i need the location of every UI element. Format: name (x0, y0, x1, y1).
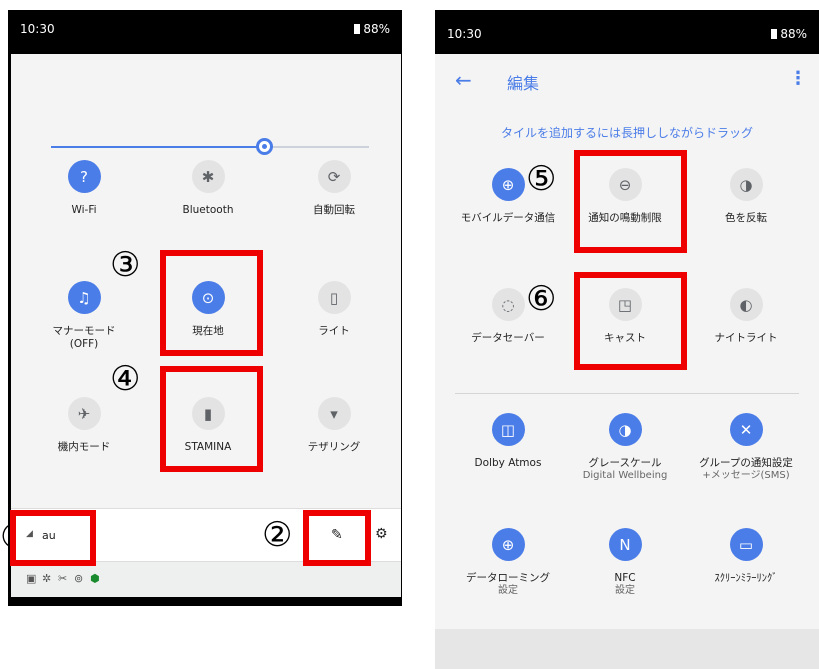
tile-label: マナーモード (52, 325, 116, 337)
grayscale-icon: ◑ (608, 413, 642, 446)
status-bar: 10:30 88% (8, 10, 402, 50)
mute-group-icon: ✕ (729, 413, 763, 446)
tile-label: ｽｸﾘｰﾝﾐﾗｰﾘﾝｸﾞ (714, 572, 778, 584)
flashlight-icon: ▯ (317, 281, 351, 314)
tile-divider (455, 393, 799, 394)
highlight-edit (303, 510, 371, 566)
tile-manner-mode[interactable]: ♫ マナーモード (OFF) (24, 281, 144, 351)
tile-label: Bluetooth (182, 204, 234, 216)
annotation-5: ⑤ (526, 159, 557, 199)
gear-notif-icon: ✲ (42, 572, 52, 585)
tile-nfc[interactable]: N NFC 設定 (565, 528, 685, 597)
tile-bluetooth[interactable]: ✱ Bluetooth (148, 160, 268, 217)
tools-icon: ✂ (58, 572, 68, 585)
tile-label: データローミング (466, 572, 550, 584)
cast-notif-icon: ⊚ (74, 572, 84, 585)
bottom-bar (435, 629, 819, 669)
dolby-icon: ◫ (491, 413, 525, 446)
tile-label: グループの通知設定 (699, 457, 793, 469)
nfc-icon: N (608, 528, 642, 561)
annotation-2: ② (262, 515, 293, 555)
tile-label: Wi-Fi (71, 204, 97, 216)
image-icon: ▣ (26, 572, 37, 585)
battery-indicator: 88% (771, 27, 807, 41)
battery-level: 88% (363, 22, 390, 36)
tile-label: ライト (318, 325, 350, 337)
roaming-icon: ⊕ (491, 528, 525, 561)
bell-icon: ♫ (67, 281, 101, 314)
back-arrow-icon[interactable]: ← (455, 68, 472, 92)
brightness-slider-thumb[interactable] (256, 138, 273, 155)
tile-night-light[interactable]: ◐ ナイトライト (686, 288, 806, 345)
highlight-cast (574, 272, 687, 370)
tile-sublabel: Digital Wellbeing (582, 470, 668, 481)
annotation-6: ⑥ (526, 279, 557, 319)
more-vert-icon[interactable]: ⋮ (789, 68, 807, 89)
tile-wifi[interactable]: ? Wi-Fi (24, 160, 144, 217)
bluetooth-icon: ✱ (191, 160, 225, 193)
tile-screen-mirroring[interactable]: ▭ ｽｸﾘｰﾝﾐﾗｰﾘﾝｸﾞ (686, 528, 806, 585)
tile-invert-colors[interactable]: ◑ 色を反転 (686, 168, 806, 225)
tile-label: 機内モード (57, 441, 111, 453)
tile-group-notification[interactable]: ✕ グループの通知設定 +メッセージ(SMS) (686, 413, 806, 482)
shield-icon: ⬢ (90, 572, 100, 585)
brightness-slider-fill (51, 146, 263, 148)
brightness-slider-track[interactable] (51, 146, 369, 148)
wifi-icon: ? (67, 160, 101, 193)
tile-label: 自動回転 (313, 204, 355, 216)
battery-icon (354, 24, 361, 34)
night-light-icon: ◐ (729, 288, 763, 321)
tile-label: モバイルデータ通信 (460, 212, 556, 224)
drag-hint: タイルを追加するには長押ししながらドラッグ (500, 126, 753, 140)
screen-mirror-icon: ▭ (729, 528, 763, 561)
tile-sublabel: 設定 (498, 585, 518, 596)
battery-level: 88% (780, 27, 807, 41)
tile-tethering[interactable]: ▾ テザリング (274, 397, 394, 454)
tile-data-roaming[interactable]: ⊕ データローミング 設定 (448, 528, 568, 597)
annotation-3: ③ (110, 245, 141, 285)
settings-gear-icon[interactable]: ⚙ (375, 526, 388, 542)
tile-grayscale[interactable]: ◑ グレースケール Digital Wellbeing (565, 413, 685, 482)
airplane-icon: ✈ (67, 397, 101, 430)
invert-colors-icon: ◑ (729, 168, 763, 201)
tile-sublabel: +メッセージ(SMS) (702, 470, 790, 481)
tile-dolby-atmos[interactable]: ◫ Dolby Atmos (448, 413, 568, 470)
auto-rotate-icon: ⟳ (317, 160, 351, 193)
highlight-dnd (574, 150, 687, 253)
annotation-1: ① (0, 520, 8, 554)
page-title: 編集 (507, 74, 540, 93)
highlight-location (160, 250, 263, 356)
tile-label: データセーバー (471, 332, 545, 344)
battery-icon (771, 29, 778, 39)
tile-label: テザリング (307, 441, 361, 453)
notification-icons-row: ▣ ✲ ✂ ⊚ ⬢ (11, 561, 401, 597)
status-bar: 10:30 88% (435, 10, 819, 50)
data-saver-icon: ◌ (491, 288, 525, 321)
tethering-icon: ▾ (317, 397, 351, 430)
highlight-stamina (160, 366, 263, 472)
tile-airplane-mode[interactable]: ✈ 機内モード (24, 397, 144, 454)
tile-label: NFC (614, 572, 636, 584)
status-time: 10:30 (20, 22, 55, 36)
highlight-carrier (10, 510, 96, 566)
tile-label: グレースケール (588, 457, 662, 469)
battery-indicator: 88% (354, 22, 390, 36)
tile-label: ナイトライト (714, 332, 778, 344)
tile-label: Dolby Atmos (474, 457, 542, 469)
tile-sublabel: 設定 (615, 585, 635, 596)
tile-label: 色を反転 (725, 212, 767, 224)
annotation-4: ④ (110, 359, 141, 399)
globe-icon: ⊕ (491, 168, 525, 201)
tile-sublabel: (OFF) (69, 338, 99, 350)
tile-flashlight[interactable]: ▯ ライト (274, 281, 394, 338)
status-time: 10:30 (447, 27, 482, 41)
tile-auto-rotate[interactable]: ⟳ 自動回転 (274, 160, 394, 217)
